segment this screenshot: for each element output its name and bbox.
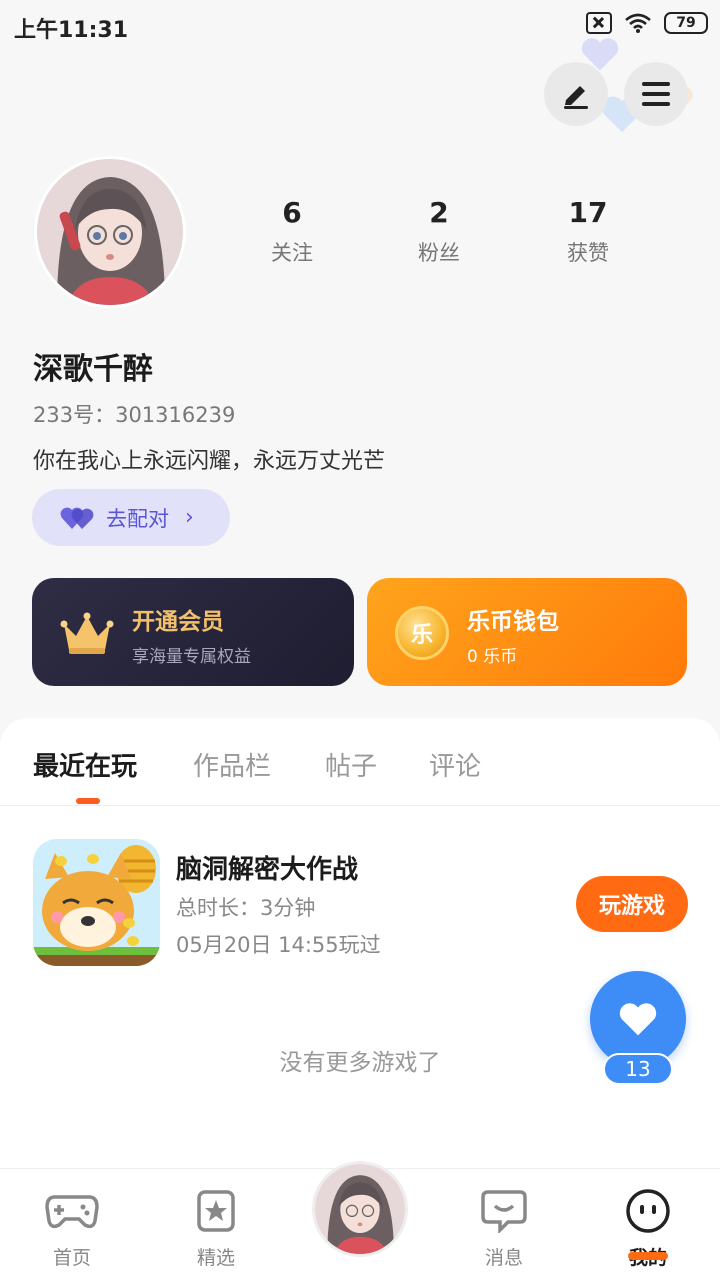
status-time: 上午11:31 xyxy=(14,18,129,43)
tab-indicator xyxy=(76,798,100,804)
heart-icon xyxy=(619,1003,657,1036)
bio: 你在我心上永远闪耀，永远万丈光芒 xyxy=(33,449,386,474)
nav-label: 精选 xyxy=(196,1247,235,1269)
stat-following[interactable]: 6 关注 xyxy=(232,196,352,267)
crown-icon xyxy=(60,612,114,654)
nav-label: 消息 xyxy=(484,1247,523,1269)
username: 深歌千醉 xyxy=(33,352,153,387)
stat-value: 2 xyxy=(429,196,449,229)
game-title[interactable]: 脑洞解密大作战 xyxy=(176,849,358,886)
gamepad-icon xyxy=(44,1183,100,1239)
user-id: 233号：301316239 xyxy=(33,403,236,427)
tab-posts[interactable]: 帖子 xyxy=(325,746,377,783)
coin-icon: 乐 xyxy=(395,606,449,660)
nav-messages[interactable]: 消息 xyxy=(454,1183,554,1270)
vip-title: 开通会员 xyxy=(132,609,224,635)
nav-home[interactable]: 首页 xyxy=(22,1183,122,1270)
stat-label: 获赞 xyxy=(567,241,609,265)
game-last-played: 05月20日 14:55玩过 xyxy=(176,933,381,957)
menu-icon xyxy=(642,82,670,106)
match-button[interactable]: 去配对 › xyxy=(32,489,230,546)
wallet-title: 乐币钱包 xyxy=(467,609,559,635)
stat-label: 关注 xyxy=(271,241,313,265)
avatar-image xyxy=(315,1164,405,1254)
stat-likes[interactable]: 17 获赞 xyxy=(528,196,648,267)
stat-value: 17 xyxy=(568,196,608,229)
profile-avatar[interactable] xyxy=(34,156,186,308)
wallet-balance: 0 乐币 xyxy=(467,647,518,667)
edit-icon xyxy=(564,86,588,109)
battery-indicator: 79 xyxy=(664,12,708,34)
like-count-badge: 13 xyxy=(603,1053,673,1085)
game-duration: 总时长：3分钟 xyxy=(176,896,316,920)
play-game-button[interactable]: 玩游戏 xyxy=(576,876,688,932)
menu-button[interactable] xyxy=(624,62,688,126)
stat-value: 6 xyxy=(282,196,302,229)
tab-bar: 最近在玩 作品栏 帖子 评论 xyxy=(0,718,720,806)
tab-comments[interactable]: 评论 xyxy=(429,746,481,783)
no-sim-icon xyxy=(586,12,612,34)
star-card-icon xyxy=(188,1183,244,1239)
wallet-card[interactable]: 乐 乐币钱包 0 乐币 xyxy=(367,578,687,686)
face-icon xyxy=(620,1183,676,1239)
vip-card[interactable]: 开通会员 享海量专属权益 xyxy=(32,578,354,686)
vip-subtitle: 享海量专属权益 xyxy=(132,647,251,667)
tab-works[interactable]: 作品栏 xyxy=(193,746,271,783)
nav-active-indicator xyxy=(628,1252,668,1260)
match-label: 去配对 xyxy=(106,506,169,531)
avatar-image xyxy=(37,159,183,305)
stat-label: 粉丝 xyxy=(418,241,460,265)
edit-profile-button[interactable] xyxy=(544,62,608,126)
nav-featured[interactable]: 精选 xyxy=(166,1183,266,1270)
nav-center-avatar[interactable] xyxy=(312,1161,408,1257)
nav-label: 首页 xyxy=(52,1247,91,1269)
content-panel: 最近在玩 作品栏 帖子 评论 脑洞解密大作战 总时长：3分钟 05月20日 14… xyxy=(0,718,720,1168)
game-thumbnail xyxy=(33,839,160,966)
wifi-icon xyxy=(625,13,651,33)
double-heart-icon xyxy=(60,507,94,529)
chat-icon xyxy=(476,1183,532,1239)
game-icon[interactable] xyxy=(33,839,160,966)
chevron-right-icon: › xyxy=(185,505,194,530)
status-icons: 79 xyxy=(586,12,708,34)
tab-recent[interactable]: 最近在玩 xyxy=(33,746,137,783)
stat-followers[interactable]: 2 粉丝 xyxy=(379,196,499,267)
